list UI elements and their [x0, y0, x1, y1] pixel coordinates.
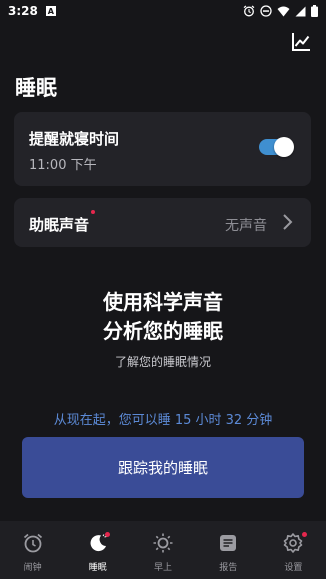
trend-chart-icon[interactable]	[289, 30, 313, 54]
reminder-toggle[interactable]	[259, 137, 294, 157]
nav-sleep-dot	[105, 532, 111, 537]
track-sleep-button[interactable]: 跟踪我的睡眠	[22, 437, 304, 498]
nav-label-alarm: 闹钟	[23, 563, 42, 573]
nav-label-report: 报告	[219, 563, 238, 573]
promo-headline-line2: 分析您的睡眠	[103, 319, 223, 343]
gear-icon	[284, 533, 303, 553]
alarm-status-icon	[243, 5, 255, 17]
chevron-right-icon	[283, 214, 293, 230]
nav-label-morning: 早上	[154, 563, 173, 573]
nav-item-alarm[interactable]: 闹钟	[0, 521, 65, 579]
nav-item-report[interactable]: 报告	[196, 521, 261, 579]
sun-icon	[153, 533, 173, 553]
reminder-time[interactable]: 11:00 下午	[29, 154, 97, 173]
alarm-clock-icon	[23, 533, 42, 553]
reminder-label: 提醒就寝时间	[29, 130, 120, 148]
report-icon	[220, 535, 237, 551]
promo-headline: 使用科学声音 分析您的睡眠	[0, 288, 326, 346]
sleep-sound-card[interactable]: 助眠声音 无声音	[14, 198, 311, 247]
sleep-duration-info: 从现在起，您可以睡 15 小时 32 分钟	[53, 413, 273, 428]
status-bar: 3:28 A	[0, 0, 326, 22]
promo-headline-line1: 使用科学声音	[103, 290, 223, 314]
nav-settings-dot	[301, 532, 307, 537]
sleep-sound-label: 助眠声音	[29, 216, 90, 234]
nav-item-settings[interactable]: 设置	[261, 521, 326, 579]
status-icons	[243, 5, 318, 17]
toggle-knob	[274, 137, 294, 157]
nav-item-sleep[interactable]: 睡眠	[65, 521, 130, 579]
signal-icon	[295, 6, 306, 16]
battery-icon	[311, 5, 318, 17]
nav-item-morning[interactable]: 早上	[130, 521, 195, 579]
bedtime-reminder-card[interactable]: 提醒就寝时间 11:00 下午	[14, 112, 311, 186]
promo-subtitle: 了解您的睡眠情况	[114, 355, 211, 369]
bottom-nav: 闹钟 睡眠 早上 报告 设置	[0, 521, 326, 579]
status-time: 3:28	[8, 4, 38, 18]
sleep-sound-value: 无声音	[225, 218, 267, 234]
page-title: 睡眠	[15, 76, 57, 100]
nav-label-sleep: 睡眠	[88, 563, 107, 573]
do-not-disturb-icon	[260, 5, 272, 17]
notification-badge: A	[45, 6, 56, 16]
status-left: 3:28 A	[8, 4, 56, 18]
nav-label-settings: 设置	[284, 563, 303, 573]
new-indicator-dot	[91, 210, 95, 214]
wifi-icon	[277, 6, 290, 16]
